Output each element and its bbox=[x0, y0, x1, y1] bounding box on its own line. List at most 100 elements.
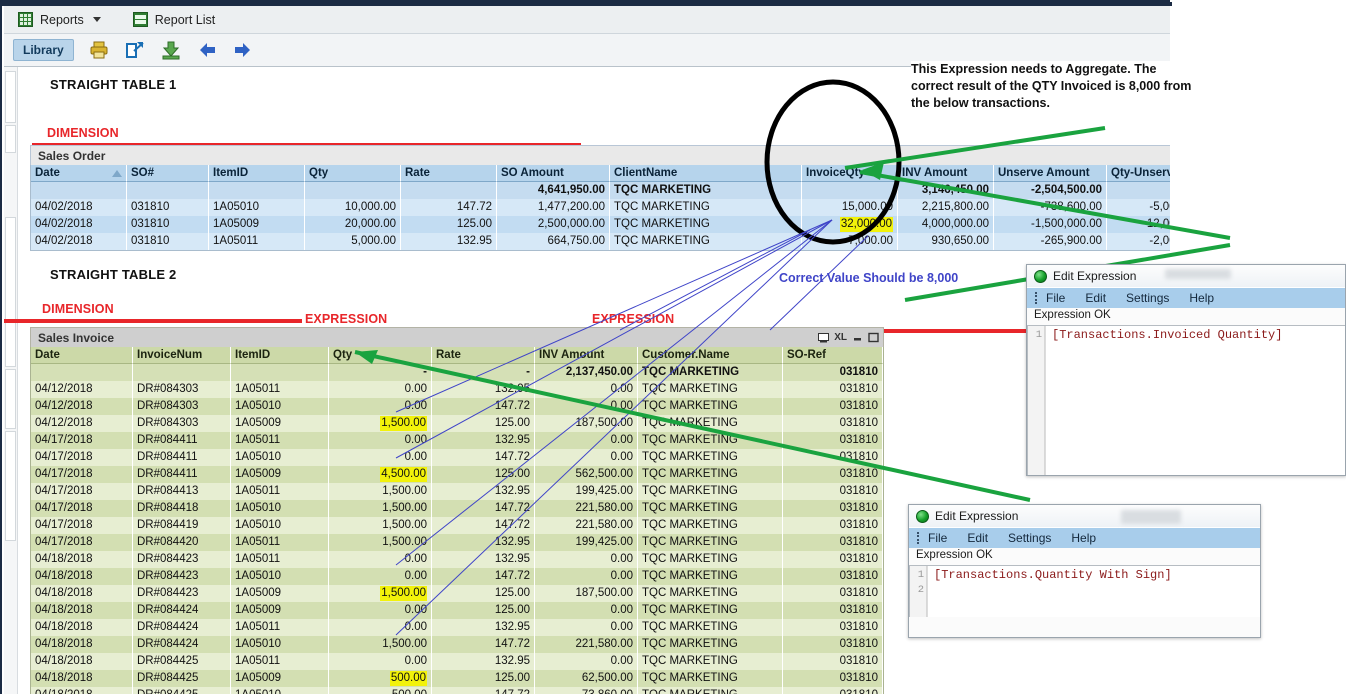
sales-order-caption[interactable]: Sales Order bbox=[30, 145, 1170, 165]
column-header-so-amount[interactable]: SO Amount bbox=[497, 165, 610, 182]
table-cell[interactable]: TQC MARKETING bbox=[638, 585, 783, 602]
column-header-rate[interactable]: Rate bbox=[401, 165, 497, 182]
print-icon[interactable] bbox=[88, 39, 110, 61]
dialog-menu-settings[interactable]: Settings bbox=[1126, 291, 1169, 305]
table-row[interactable]: 04/18/2018 DR#084423 1A05009 1,500.00 125.00… bbox=[31, 585, 883, 602]
total-cell[interactable]: TQC MARKETING bbox=[610, 182, 802, 199]
column-header-itemid[interactable]: ItemID bbox=[209, 165, 305, 182]
table-cell[interactable]: 04/17/2018 bbox=[31, 432, 133, 449]
total-cell[interactable] bbox=[133, 364, 231, 381]
table-row[interactable]: 04/12/2018 DR#084303 1A05011 0.00 132.95 0.00… bbox=[31, 381, 883, 398]
table-cell[interactable]: 04/17/2018 bbox=[31, 483, 133, 500]
dialog-menu-help[interactable]: Help bbox=[1189, 291, 1214, 305]
table-cell[interactable]: 04/18/2018 bbox=[31, 602, 133, 619]
table-row[interactable]: 04/18/2018 DR#084424 1A05009 0.00 125.00 0.00… bbox=[31, 602, 883, 619]
table-cell[interactable]: 0.00 bbox=[329, 653, 432, 670]
table-cell[interactable]: 04/18/2018 bbox=[31, 636, 133, 653]
table-cell[interactable]: 125.00 bbox=[432, 670, 535, 687]
table-cell[interactable]: 031810 bbox=[783, 483, 883, 500]
total-cell[interactable] bbox=[127, 182, 209, 199]
table-cell[interactable]: DR#084423 bbox=[133, 551, 231, 568]
total-cell[interactable] bbox=[31, 364, 133, 381]
drag-grip-icon[interactable] bbox=[917, 532, 920, 544]
total-cell[interactable] bbox=[31, 182, 127, 199]
menu-item-report-list[interactable]: Report List bbox=[127, 10, 221, 29]
table-cell[interactable]: TQC MARKETING bbox=[638, 432, 783, 449]
table-cell[interactable]: 147.72 bbox=[432, 687, 535, 694]
dock-box-2[interactable] bbox=[5, 125, 16, 153]
table-cell[interactable]: 1,500.00 bbox=[329, 415, 432, 432]
table-cell[interactable]: 031810 bbox=[783, 619, 883, 636]
expression-editor-2[interactable]: 1 2 [Transactions.Quantity With Sign] bbox=[909, 565, 1260, 617]
table-cell[interactable]: 04/18/2018 bbox=[31, 551, 133, 568]
table-cell[interactable]: TQC MARKETING bbox=[638, 568, 783, 585]
table-cell[interactable]: 1A05010 bbox=[231, 500, 329, 517]
forward-arrow-icon[interactable] bbox=[232, 39, 254, 61]
total-cell[interactable] bbox=[305, 182, 401, 199]
minimize-icon[interactable] bbox=[852, 332, 863, 343]
column-header-so-ref[interactable]: SO-Ref bbox=[783, 347, 883, 364]
table-cell[interactable]: 4,500.00 bbox=[329, 466, 432, 483]
table-cell[interactable]: 132.95 bbox=[432, 551, 535, 568]
table-row[interactable]: 04/12/2018 DR#084303 1A05010 0.00 147.72 0.00… bbox=[31, 398, 883, 415]
total-cell[interactable]: -2,504,500.00 bbox=[994, 182, 1107, 199]
table-cell[interactable]: DR#084418 bbox=[133, 500, 231, 517]
table-cell[interactable]: 031810 bbox=[783, 517, 883, 534]
table-cell[interactable]: 031810 bbox=[783, 449, 883, 466]
table-cell[interactable]: 031810 bbox=[783, 670, 883, 687]
table-cell[interactable]: DR#084424 bbox=[133, 619, 231, 636]
table-cell[interactable]: 221,580.00 bbox=[535, 636, 638, 653]
table-cell[interactable]: 1,477,200.00 bbox=[497, 199, 610, 216]
table-cell[interactable]: 0.00 bbox=[535, 381, 638, 398]
table-cell[interactable]: 04/02/2018 bbox=[31, 199, 127, 216]
table-cell[interactable]: 2,500,000.00 bbox=[497, 216, 610, 233]
table-cell[interactable]: DR#084425 bbox=[133, 670, 231, 687]
table-cell[interactable]: 125.00 bbox=[401, 216, 497, 233]
table-cell[interactable]: TQC MARKETING bbox=[610, 216, 802, 233]
table-cell[interactable]: 132.95 bbox=[432, 534, 535, 551]
table-row[interactable]: 04/17/2018 DR#084411 1A05009 4,500.00 125.00… bbox=[31, 466, 883, 483]
table-cell[interactable]: 147.72 bbox=[432, 517, 535, 534]
table-cell[interactable]: 031810 bbox=[127, 199, 209, 216]
menu-item-reports[interactable]: Reports bbox=[12, 10, 107, 29]
total-cell[interactable]: 2,137,450.00 bbox=[535, 364, 638, 381]
dock-box-3[interactable] bbox=[5, 369, 16, 429]
table-cell[interactable]: 031810 bbox=[783, 551, 883, 568]
table-cell[interactable]: 20,000.00 bbox=[305, 216, 401, 233]
table-cell[interactable]: TQC MARKETING bbox=[638, 551, 783, 568]
table-cell[interactable]: 04/17/2018 bbox=[31, 534, 133, 551]
table-cell[interactable]: 0.00 bbox=[535, 432, 638, 449]
column-header-date[interactable]: Date bbox=[31, 347, 133, 364]
table-cell[interactable]: 031810 bbox=[783, 500, 883, 517]
table-cell[interactable]: DR#084411 bbox=[133, 432, 231, 449]
table-row[interactable]: 04/02/2018 031810 1A05011 5,000.00 132.95 664… bbox=[31, 233, 1170, 250]
table-cell[interactable]: 664,750.00 bbox=[497, 233, 610, 250]
table-cell[interactable]: 0.00 bbox=[329, 619, 432, 636]
table-cell[interactable]: TQC MARKETING bbox=[610, 199, 802, 216]
table-cell[interactable]: DR#084424 bbox=[133, 602, 231, 619]
dock-scroll-2[interactable] bbox=[5, 431, 16, 541]
table-cell[interactable]: -265,900.00 bbox=[994, 233, 1107, 250]
table-row[interactable]: 04/17/2018 DR#084413 1A05011 1,500.00 132.95… bbox=[31, 483, 883, 500]
table-cell[interactable]: 04/18/2018 bbox=[31, 619, 133, 636]
table-row[interactable]: 04/17/2018 DR#084419 1A05010 1,500.00 147.72… bbox=[31, 517, 883, 534]
table-cell[interactable]: 031810 bbox=[127, 233, 209, 250]
table-cell[interactable]: 031810 bbox=[783, 687, 883, 694]
table-cell[interactable]: DR#084423 bbox=[133, 585, 231, 602]
table-cell[interactable]: 1A05009 bbox=[231, 466, 329, 483]
table-cell[interactable]: 04/02/2018 bbox=[31, 216, 127, 233]
table-cell[interactable]: 1A05009 bbox=[231, 585, 329, 602]
table-cell[interactable]: 132.95 bbox=[432, 483, 535, 500]
dialog-menu-settings-2[interactable]: Settings bbox=[1008, 531, 1051, 545]
table-cell[interactable]: 147.72 bbox=[401, 199, 497, 216]
table-cell[interactable]: 0.00 bbox=[535, 398, 638, 415]
edit-expression-dialog-quantity[interactable]: Edit Expression File Edit Settings Help … bbox=[908, 504, 1261, 638]
table-cell[interactable]: 1A05010 bbox=[231, 687, 329, 694]
table-cell[interactable]: 221,580.00 bbox=[535, 500, 638, 517]
table-cell[interactable]: 1A05010 bbox=[231, 568, 329, 585]
table-cell[interactable]: DR#084419 bbox=[133, 517, 231, 534]
table-cell[interactable]: 1A05010 bbox=[231, 517, 329, 534]
table-cell[interactable]: 1A05009 bbox=[209, 216, 305, 233]
note-icon[interactable] bbox=[818, 332, 830, 343]
table-cell[interactable]: 04/12/2018 bbox=[31, 398, 133, 415]
